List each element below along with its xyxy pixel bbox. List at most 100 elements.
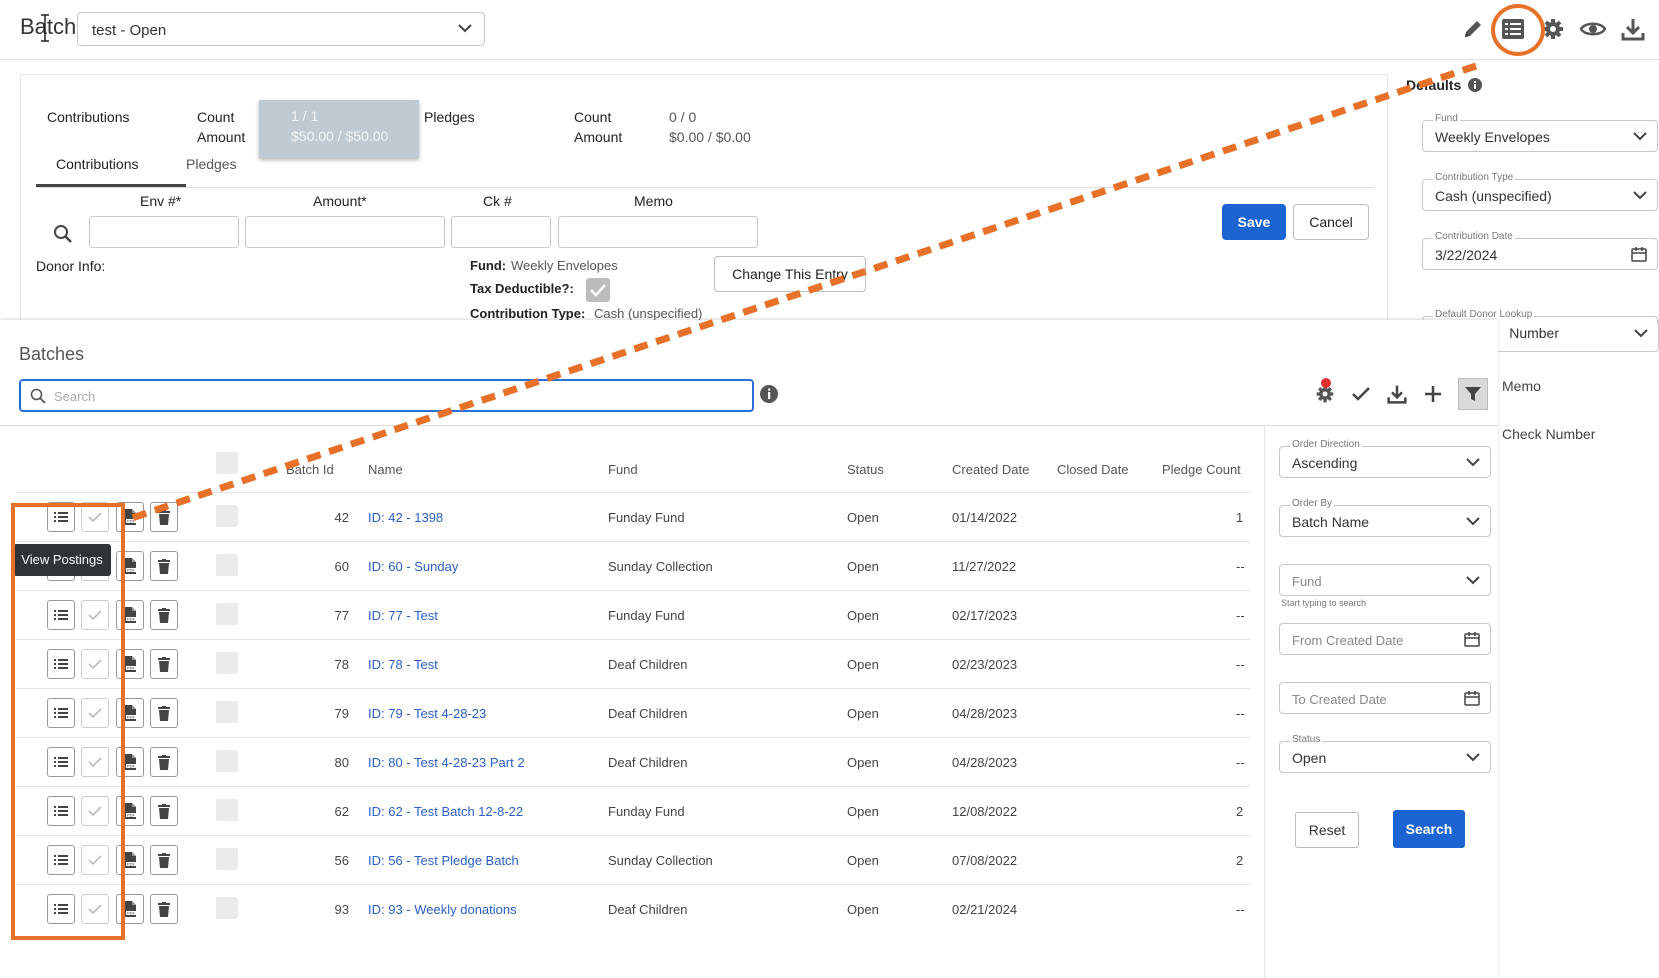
col-status[interactable]: Status [847,462,884,477]
fund-filter-select[interactable]: Fund [1279,564,1491,596]
status-select[interactable]: Status Open [1279,734,1491,773]
save-button[interactable]: Save [1222,204,1286,240]
col-closed-date[interactable]: Closed Date [1057,462,1129,477]
calendar-icon[interactable] [1464,631,1480,647]
svg-text:PDF: PDF [127,764,136,769]
contribution-type-label: Contribution Type: [470,306,586,321]
created-date-cell: 02/23/2023 [952,657,1018,672]
batch-name-link[interactable]: ID: 78 - Test [368,657,438,672]
delete-batch-button[interactable] [150,747,178,777]
fund-filter-placeholder: Fund [1292,574,1322,589]
pledge-count-cell: -- [1236,657,1245,672]
info-icon[interactable] [1468,78,1482,92]
batch-name-link[interactable]: ID: 60 - Sunday [368,559,458,574]
delete-batch-button[interactable] [150,502,178,532]
change-entry-button[interactable]: Change This Entry [714,256,866,292]
search-icon[interactable] [53,224,73,244]
donor-info-label: Donor Info: [36,258,106,274]
download-icon[interactable] [1386,378,1408,410]
filter-icon[interactable] [1458,378,1488,410]
pdf-icon: PDF [124,607,136,623]
trash-icon [158,852,170,868]
check-number-option[interactable]: Check Number [1502,426,1595,442]
to-created-date-input[interactable]: To Created Date [1279,682,1491,714]
settings-gear-icon[interactable] [1314,378,1336,410]
batch-search-input[interactable]: Search [19,379,754,412]
batch-name-link[interactable]: ID: 77 - Test [368,608,438,623]
calendar-icon[interactable] [1464,690,1480,706]
trash-icon [158,509,170,525]
default-fund-select[interactable]: Fund Weekly Envelopes [1422,113,1658,152]
list-icon-highlight [1491,4,1545,56]
amount-input[interactable] [245,216,445,248]
col-batch-id[interactable]: Batch Id [286,462,334,477]
delete-batch-button[interactable] [150,698,178,728]
reset-button[interactable]: Reset [1295,812,1359,848]
eye-icon[interactable] [1580,14,1606,44]
col-name[interactable]: Name [368,462,403,477]
row-select-checkbox[interactable] [216,554,238,576]
pencil-icon[interactable] [1460,14,1486,44]
delete-batch-button[interactable] [150,845,178,875]
default-ctype-label: Contribution Type [1433,172,1516,183]
check-icon[interactable] [1350,378,1372,410]
calendar-icon[interactable] [1631,246,1647,262]
status-cell: Open [847,510,879,525]
col-fund[interactable]: Fund [608,462,638,477]
delete-batch-button[interactable] [150,796,178,826]
row-select-checkbox[interactable] [216,603,238,625]
batch-name-link[interactable]: ID: 93 - Weekly donations [368,902,517,917]
row-select-checkbox[interactable] [216,652,238,674]
order-direction-select[interactable]: Order Direction Ascending [1279,439,1491,478]
check-number-input[interactable] [451,216,551,248]
fund-cell: Funday Fund [608,608,685,623]
tax-deductible-checkbox[interactable] [586,278,610,302]
batch-id-cell: 56 [334,853,349,868]
col-pledge-count[interactable]: Pledge Count [1162,462,1241,477]
row-select-checkbox[interactable] [216,799,238,821]
pdf-icon: PDF [124,901,136,917]
trash-icon [158,607,170,623]
search-button[interactable]: Search [1393,810,1465,848]
default-contribution-date-input[interactable]: Contribution Date 3/22/2024 [1422,231,1658,270]
default-contribution-type-select[interactable]: Contribution Type Cash (unspecified) [1422,172,1658,211]
batch-name-link[interactable]: ID: 56 - Test Pledge Batch [368,853,519,868]
order-by-select[interactable]: Order By Batch Name [1279,498,1491,537]
batch-name-link[interactable]: ID: 42 - 1398 [368,510,443,525]
batch-select[interactable]: test - Open [77,12,485,46]
donor-lookup-field[interactable]: Number [1488,320,1659,352]
pledge-amount-label: Amount [574,129,623,145]
select-all-checkbox[interactable] [216,452,238,474]
svg-text:PDF: PDF [127,666,136,671]
default-lookup-label: Default Donor Lookup [1433,309,1535,320]
col-created-date[interactable]: Created Date [952,462,1029,477]
row-select-checkbox[interactable] [216,505,238,527]
delete-batch-button[interactable] [150,551,178,581]
delete-batch-button[interactable] [150,894,178,924]
status-cell: Open [847,657,879,672]
delete-batch-button[interactable] [150,649,178,679]
row-select-checkbox[interactable] [216,848,238,870]
tab-pledges[interactable]: Pledges [186,156,237,172]
row-select-checkbox[interactable] [216,897,238,919]
plus-icon[interactable] [1422,378,1444,410]
row-select-checkbox[interactable] [216,750,238,772]
memo-option[interactable]: Memo [1502,378,1541,394]
from-created-date-input[interactable]: From Created Date [1279,623,1491,655]
fund-cell: Sunday Collection [608,853,713,868]
chevron-down-icon [458,24,472,33]
row-select-checkbox[interactable] [216,701,238,723]
chevron-down-icon [1466,517,1480,526]
tab-contributions[interactable]: Contributions [56,156,139,172]
download-icon[interactable] [1620,14,1646,44]
batch-name-link[interactable]: ID: 80 - Test 4-28-23 Part 2 [368,755,525,770]
batch-id-cell: 80 [334,755,349,770]
contrib-amount-value: $50.00 / $50.00 [291,128,389,144]
cancel-button[interactable]: Cancel [1293,204,1369,240]
memo-input[interactable] [558,216,758,248]
batch-name-link[interactable]: ID: 62 - Test Batch 12-8-22 [368,804,523,819]
env-number-input[interactable] [89,216,239,248]
info-icon[interactable] [759,384,779,404]
delete-batch-button[interactable] [150,600,178,630]
batch-name-link[interactable]: ID: 79 - Test 4-28-23 [368,706,486,721]
